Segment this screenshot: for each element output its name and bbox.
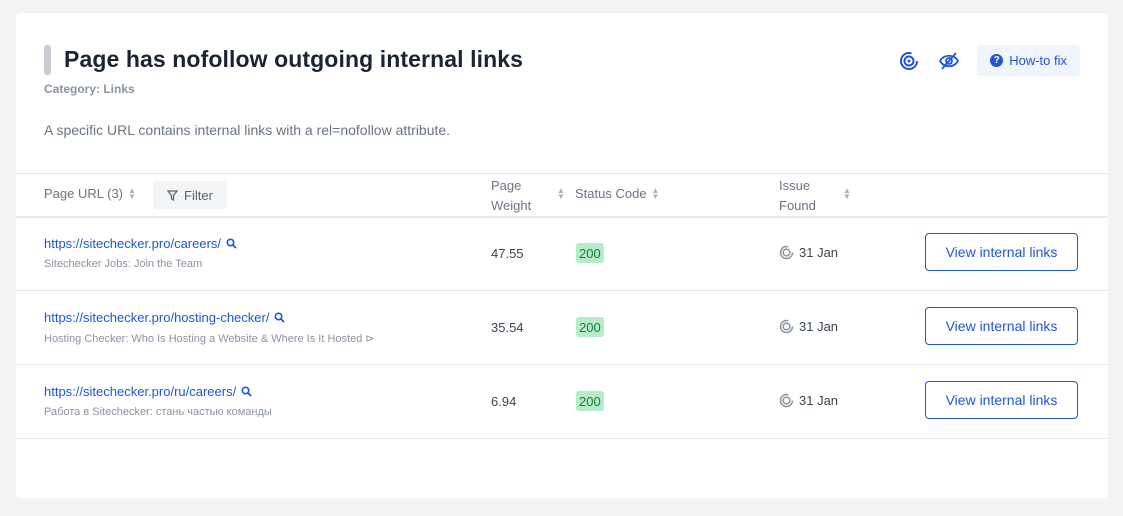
table-row: https://sitechecker.pro/careers/ Siteche… xyxy=(16,217,1108,291)
hide-icon[interactable] xyxy=(937,49,961,73)
sort-icon[interactable]: ▲ ▼ xyxy=(843,187,851,201)
view-internal-links-button[interactable]: View internal links xyxy=(925,307,1078,345)
page-title: Page has nofollow outgoing internal link… xyxy=(64,46,524,72)
status-badge: 200 xyxy=(576,243,604,263)
filter-icon xyxy=(167,189,179,201)
page-title-subtitle: Hosting Checker: Who Is Hosting a Websit… xyxy=(44,333,375,345)
issue-found-date: 31 Jan xyxy=(799,319,839,334)
status-badge: 200 xyxy=(576,317,604,337)
title-accent-bar xyxy=(44,45,51,75)
issue-found: 31 Jan xyxy=(779,319,838,334)
issue-found-date: 31 Jan xyxy=(799,393,839,408)
issue-description: A specific URL contains internal links w… xyxy=(44,122,451,138)
page-title-subtitle: Sitechecker Jobs: Join the Team xyxy=(44,258,203,270)
page-url-text: https://sitechecker.pro/ru/careers/ xyxy=(44,384,237,399)
history-icon xyxy=(779,245,794,260)
search-icon[interactable] xyxy=(226,238,237,249)
page-weight: 6.94 xyxy=(491,394,517,409)
history-icon[interactable] xyxy=(897,49,921,73)
sort-icon[interactable]: ▲ ▼ xyxy=(557,187,565,201)
page-url-link[interactable]: https://sitechecker.pro/careers/ xyxy=(44,236,237,251)
filter-label: Filter xyxy=(184,187,213,203)
table-row: https://sitechecker.pro/hosting-checker/… xyxy=(16,291,1108,365)
table-header: Page URL (3) ▲ ▼ Filter Page Weight ▲ ▼ St… xyxy=(16,173,1108,218)
search-icon[interactable] xyxy=(241,386,252,397)
history-icon xyxy=(779,393,794,408)
category-label: Category: Links xyxy=(44,82,135,96)
page-weight: 47.55 xyxy=(491,246,524,261)
top-actions: ? How-to fix xyxy=(897,45,1080,76)
column-url-label: Page URL (3) xyxy=(44,186,123,201)
history-icon xyxy=(779,319,794,334)
page-title-subtitle: Работа в Sitechecker: стань частью коман… xyxy=(44,406,272,418)
sort-icon: ▲ ▼ xyxy=(128,185,136,201)
page-url-text: https://sitechecker.pro/careers/ xyxy=(44,236,222,251)
issue-card: Page has nofollow outgoing internal link… xyxy=(16,13,1108,498)
column-header-url[interactable]: Page URL (3) ▲ ▼ xyxy=(44,186,136,201)
issue-found: 31 Jan xyxy=(779,393,838,408)
column-found-label-2: Found xyxy=(779,198,816,213)
page-url-link[interactable]: https://sitechecker.pro/ru/careers/ xyxy=(44,384,252,399)
view-internal-links-button[interactable]: View internal links xyxy=(925,233,1078,271)
column-weight-label-2: Weight xyxy=(491,198,532,213)
view-internal-links-button[interactable]: View internal links xyxy=(925,381,1078,419)
question-icon: ? xyxy=(990,54,1004,67)
issue-found-date: 31 Jan xyxy=(799,245,839,260)
page-weight: 35.54 xyxy=(491,320,524,335)
column-header-weight[interactable]: Page Weight xyxy=(491,176,531,216)
column-weight-label-1: Page xyxy=(491,178,522,193)
column-header-status[interactable]: Status Code ▲ ▼ xyxy=(575,186,659,201)
sort-icon: ▲ ▼ xyxy=(651,185,660,201)
how-to-fix-button[interactable]: ? How-to fix xyxy=(977,45,1080,76)
column-status-label: Status Code xyxy=(575,186,647,201)
page-url-link[interactable]: https://sitechecker.pro/hosting-checker/ xyxy=(44,310,286,325)
column-header-found[interactable]: Issue Found xyxy=(779,176,816,216)
status-badge: 200 xyxy=(576,391,604,411)
how-to-fix-label: How-to fix xyxy=(1009,53,1067,68)
issue-found: 31 Jan xyxy=(779,245,838,260)
search-icon[interactable] xyxy=(274,312,286,323)
column-found-label-1: Issue xyxy=(779,178,811,193)
page-url-text: https://sitechecker.pro/hosting-checker/ xyxy=(44,310,270,325)
table-row: https://sitechecker.pro/ru/careers/ Рабо… xyxy=(16,365,1108,439)
filter-button[interactable]: Filter xyxy=(153,181,227,209)
